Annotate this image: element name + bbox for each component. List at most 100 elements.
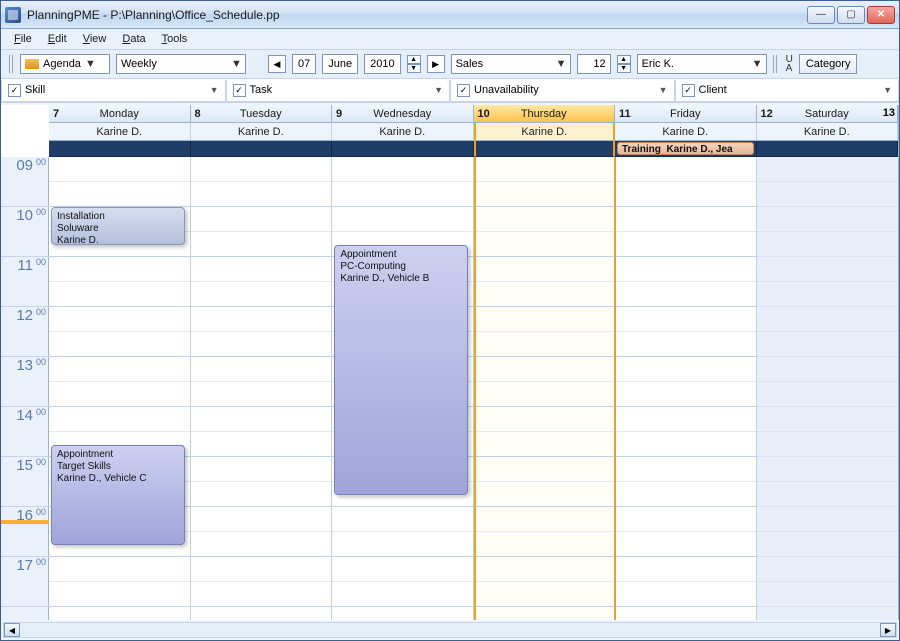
resource-header[interactable]: Karine D. bbox=[474, 123, 616, 141]
time-slot[interactable] bbox=[191, 157, 332, 182]
time-slot[interactable] bbox=[757, 207, 898, 232]
maximize-button[interactable]: ▢ bbox=[837, 6, 865, 24]
time-slot[interactable] bbox=[616, 382, 757, 407]
category-button[interactable]: Category bbox=[799, 54, 858, 74]
time-slot[interactable] bbox=[757, 482, 898, 507]
resource-header[interactable]: Karine D. bbox=[191, 123, 333, 141]
menu-file[interactable]: File bbox=[7, 31, 39, 47]
date-down-button[interactable]: ▼ bbox=[407, 64, 421, 73]
time-slot[interactable] bbox=[476, 382, 614, 407]
time-slot[interactable] bbox=[616, 182, 757, 207]
time-slot[interactable] bbox=[476, 232, 614, 257]
time-slot[interactable] bbox=[332, 207, 473, 232]
time-slot[interactable] bbox=[191, 357, 332, 382]
day-column[interactable] bbox=[616, 157, 758, 620]
time-slot[interactable] bbox=[757, 257, 898, 282]
day-header[interactable]: 8Tuesday bbox=[191, 105, 333, 123]
time-slot[interactable] bbox=[476, 207, 614, 232]
time-slot[interactable] bbox=[191, 507, 332, 532]
time-slot[interactable] bbox=[476, 582, 614, 607]
resource-header[interactable]: Karine D. bbox=[49, 123, 191, 141]
time-slot[interactable] bbox=[476, 432, 614, 457]
menu-edit[interactable]: Edit bbox=[41, 31, 74, 47]
date-prev-button[interactable]: ◀ bbox=[268, 55, 286, 73]
time-slot[interactable] bbox=[616, 307, 757, 332]
day-header[interactable]: 10Thursday bbox=[474, 105, 616, 123]
time-slot[interactable] bbox=[49, 332, 190, 357]
time-slot[interactable] bbox=[332, 557, 473, 582]
day-column[interactable] bbox=[474, 157, 616, 620]
time-slot[interactable] bbox=[616, 432, 757, 457]
time-slot[interactable] bbox=[476, 557, 614, 582]
day-header[interactable]: 7Monday bbox=[49, 105, 191, 123]
filter-skill[interactable]: ✓ Skill ▼ bbox=[1, 80, 226, 102]
day-column[interactable] bbox=[757, 157, 898, 620]
time-slot[interactable] bbox=[191, 532, 332, 557]
time-slot[interactable] bbox=[191, 232, 332, 257]
time-slot[interactable] bbox=[757, 157, 898, 182]
horizontal-scrollbar[interactable]: ◀ ▶ bbox=[3, 622, 897, 638]
time-slot[interactable] bbox=[757, 382, 898, 407]
resource-header[interactable]: Karine D. bbox=[332, 123, 474, 141]
time-slot[interactable] bbox=[191, 432, 332, 457]
time-slot[interactable] bbox=[757, 507, 898, 532]
allday-cell[interactable] bbox=[474, 141, 616, 157]
allday-cell[interactable] bbox=[332, 141, 474, 157]
checkbox-icon[interactable]: ✓ bbox=[682, 84, 695, 97]
time-slot[interactable] bbox=[49, 582, 190, 607]
toolbar-grip[interactable] bbox=[773, 55, 778, 73]
date-picker[interactable]: 07 June 2010 bbox=[292, 54, 401, 74]
toolbar-grip[interactable] bbox=[9, 55, 14, 73]
allday-cell[interactable] bbox=[49, 141, 191, 157]
count-field[interactable]: 12 bbox=[577, 54, 611, 74]
time-slot[interactable] bbox=[616, 357, 757, 382]
scroll-left-button[interactable]: ◀ bbox=[4, 623, 20, 637]
time-slot[interactable] bbox=[616, 457, 757, 482]
checkbox-icon[interactable]: ✓ bbox=[457, 84, 470, 97]
time-slot[interactable] bbox=[49, 257, 190, 282]
time-slot[interactable] bbox=[616, 507, 757, 532]
time-slot[interactable] bbox=[757, 532, 898, 557]
time-slot[interactable] bbox=[191, 557, 332, 582]
time-slot[interactable] bbox=[476, 482, 614, 507]
time-slot[interactable] bbox=[191, 457, 332, 482]
time-slot[interactable] bbox=[616, 482, 757, 507]
date-up-button[interactable]: ▲ bbox=[407, 55, 421, 64]
day-column[interactable] bbox=[191, 157, 333, 620]
time-slot[interactable] bbox=[616, 332, 757, 357]
menu-tools[interactable]: Tools bbox=[155, 31, 195, 47]
time-slot[interactable] bbox=[616, 557, 757, 582]
time-slot[interactable] bbox=[49, 307, 190, 332]
scroll-right-button[interactable]: ▶ bbox=[880, 623, 896, 637]
time-slot[interactable] bbox=[191, 382, 332, 407]
allday-event[interactable]: Training Karine D., Jea bbox=[617, 142, 754, 155]
time-slot[interactable] bbox=[757, 407, 898, 432]
time-slot[interactable] bbox=[757, 432, 898, 457]
time-slot[interactable] bbox=[757, 232, 898, 257]
scroll-track[interactable] bbox=[20, 623, 880, 637]
time-slot[interactable] bbox=[476, 257, 614, 282]
date-spinner[interactable]: ▲ ▼ bbox=[407, 55, 421, 73]
checkbox-icon[interactable]: ✓ bbox=[233, 84, 246, 97]
allday-cell[interactable]: Training Karine D., Jea bbox=[615, 141, 757, 157]
calendar-event[interactable]: InstallationSoluwareKarine D. bbox=[51, 207, 185, 245]
time-slot[interactable] bbox=[191, 332, 332, 357]
time-slot[interactable] bbox=[191, 582, 332, 607]
count-down-button[interactable]: ▼ bbox=[617, 64, 631, 73]
menu-data[interactable]: Data bbox=[115, 31, 152, 47]
filter-client[interactable]: ✓ Client ▼ bbox=[675, 80, 900, 102]
time-slot[interactable] bbox=[332, 182, 473, 207]
time-slot[interactable] bbox=[616, 207, 757, 232]
time-slot[interactable] bbox=[757, 357, 898, 382]
calendar-event[interactable]: AppointmentPC-ComputingKarine D., Vehicl… bbox=[334, 245, 468, 495]
time-slot[interactable] bbox=[332, 507, 473, 532]
time-slot[interactable] bbox=[476, 182, 614, 207]
time-slot[interactable] bbox=[757, 182, 898, 207]
time-slot[interactable] bbox=[616, 532, 757, 557]
resource-header[interactable]: Karine D. bbox=[757, 123, 899, 141]
time-slot[interactable] bbox=[191, 407, 332, 432]
time-slot[interactable] bbox=[757, 457, 898, 482]
time-slot[interactable] bbox=[757, 307, 898, 332]
view-mode-dropdown[interactable]: Agenda ▼ bbox=[20, 54, 110, 74]
count-spinner[interactable]: ▲ ▼ bbox=[617, 55, 631, 73]
